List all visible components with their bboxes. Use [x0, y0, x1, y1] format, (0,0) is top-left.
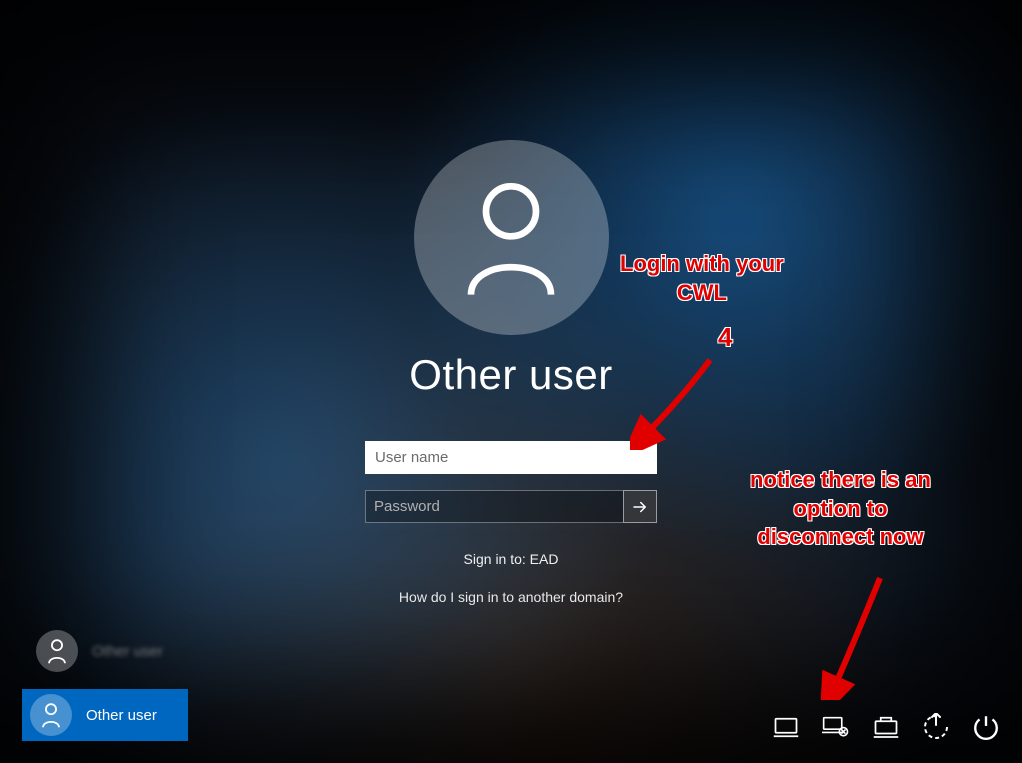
password-row	[365, 490, 657, 523]
user-tile-name: Other user	[86, 707, 157, 724]
username-field-wrap	[365, 441, 657, 474]
person-icon	[461, 178, 561, 298]
mini-avatar	[36, 630, 78, 672]
person-icon	[40, 702, 62, 728]
domain-help-link[interactable]: How do I sign in to another domain?	[399, 589, 623, 605]
login-panel: Other user Sign in to: EAD How do I sign…	[301, 140, 721, 605]
mini-avatar	[30, 694, 72, 736]
power-icon[interactable]	[972, 713, 1000, 741]
password-input[interactable]	[365, 490, 623, 523]
login-title: Other user	[409, 351, 612, 399]
submit-button[interactable]	[623, 490, 657, 523]
person-icon	[46, 638, 68, 664]
user-tile-inactive[interactable]: Other user	[22, 625, 188, 677]
user-tile-selected[interactable]: Other user	[22, 689, 188, 741]
user-switcher: Other user Other user	[22, 625, 188, 741]
ease-of-access-icon[interactable]	[922, 713, 950, 741]
disconnect-icon[interactable]	[822, 713, 850, 741]
network-icon[interactable]	[772, 713, 800, 741]
username-input[interactable]	[365, 441, 657, 474]
user-tile-name: Other user	[92, 643, 163, 660]
arrow-right-icon	[631, 498, 649, 516]
corner-icon-tray	[772, 713, 1000, 741]
remote-session-icon[interactable]	[872, 713, 900, 741]
user-avatar-large	[414, 140, 609, 335]
signin-domain-label: Sign in to: EAD	[464, 551, 559, 567]
